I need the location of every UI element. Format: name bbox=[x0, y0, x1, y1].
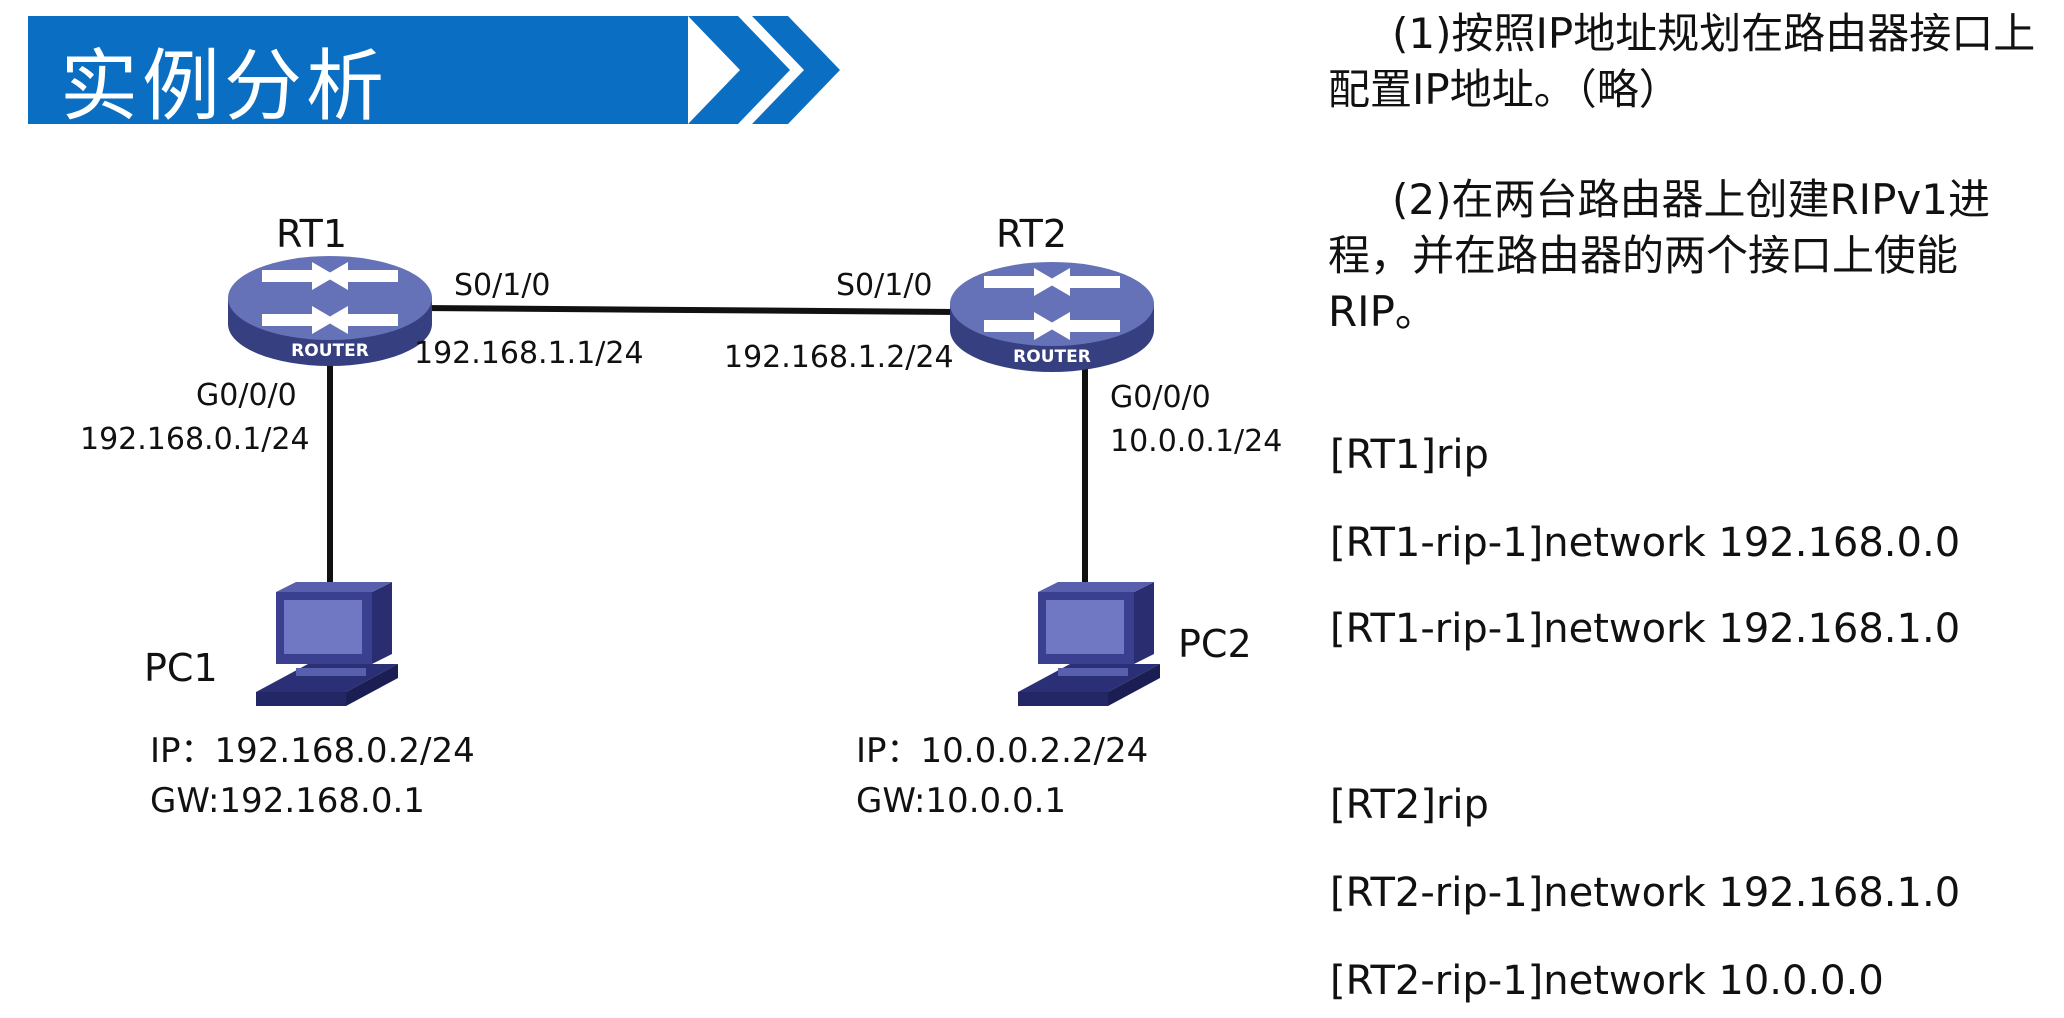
pc2-gateway: GW:10.0.0.1 bbox=[856, 781, 1067, 821]
router-badge: ROUTER bbox=[1013, 347, 1091, 367]
pc2-name: PC2 bbox=[1178, 622, 1252, 666]
title-banner: 实例分析 bbox=[0, 0, 850, 140]
rt2-gig-port: G0/0/0 bbox=[1110, 380, 1211, 415]
command-line: [RT2]rip bbox=[1330, 782, 1489, 828]
rt2-name: RT2 bbox=[996, 212, 1068, 256]
command-line: [RT1]rip bbox=[1330, 432, 1489, 478]
link-rt1-rt2 bbox=[419, 305, 959, 315]
command-line: [RT1-rip-1]network 192.168.1.0 bbox=[1330, 606, 1961, 652]
rt1-gig-ip: 192.168.0.1/24 bbox=[80, 422, 310, 457]
command-line: [RT2-rip-1]network 10.0.0.0 bbox=[1330, 958, 1884, 1004]
rt2-gig-ip: 10.0.0.1/24 bbox=[1110, 424, 1283, 459]
pc2-address-block: IP：10.0.0.2.2/24 GW:10.0.0.1 bbox=[856, 726, 1148, 826]
pc1-address-block: IP：192.168.0.2/24 GW:192.168.0.1 bbox=[150, 726, 475, 826]
rt1-gig-port: G0/0/0 bbox=[196, 378, 297, 413]
pc-icon bbox=[256, 582, 398, 706]
diagram-canvas: ROUTER ROUTER bbox=[228, 256, 1160, 706]
pc1-name: PC1 bbox=[144, 646, 218, 690]
router-badge: ROUTER bbox=[291, 341, 369, 361]
router-icon: ROUTER bbox=[950, 262, 1154, 372]
rt1-serial-ip: 192.168.1.1/24 bbox=[414, 336, 644, 371]
page-title: 实例分析 bbox=[60, 42, 389, 132]
network-diagram: ROUTER ROUTER RT1 RT2 PC1 PC2 S0/1/0 192… bbox=[0, 140, 1320, 1018]
rt2-serial-ip: 192.168.1.2/24 bbox=[724, 340, 954, 375]
steps-panel: (1)按照IP地址规划在路由器接口上配置IP地址。（略） (2)在两台路由器上创… bbox=[1328, 6, 2064, 340]
pc2-ip: IP：10.0.0.2.2/24 bbox=[856, 731, 1149, 771]
pc1-gateway: GW:192.168.0.1 bbox=[150, 781, 425, 821]
rt2-serial-port: S0/1/0 bbox=[836, 268, 933, 303]
pc-icon bbox=[1018, 582, 1160, 706]
rt1-name: RT1 bbox=[276, 212, 348, 256]
step-1: (1)按照IP地址规划在路由器接口上配置IP地址。（略） bbox=[1328, 9, 2036, 114]
command-line: [RT1-rip-1]network 192.168.0.0 bbox=[1330, 520, 1961, 566]
rt1-serial-port: S0/1/0 bbox=[454, 268, 551, 303]
command-line: [RT2-rip-1]network 192.168.1.0 bbox=[1330, 870, 1961, 916]
router-icon: ROUTER bbox=[228, 256, 432, 366]
step-2: (2)在两台路由器上创建RIPv1进程，并在路由器的两个接口上使能RIP。 bbox=[1328, 175, 1990, 336]
pc1-ip: IP：192.168.0.2/24 bbox=[150, 731, 475, 771]
